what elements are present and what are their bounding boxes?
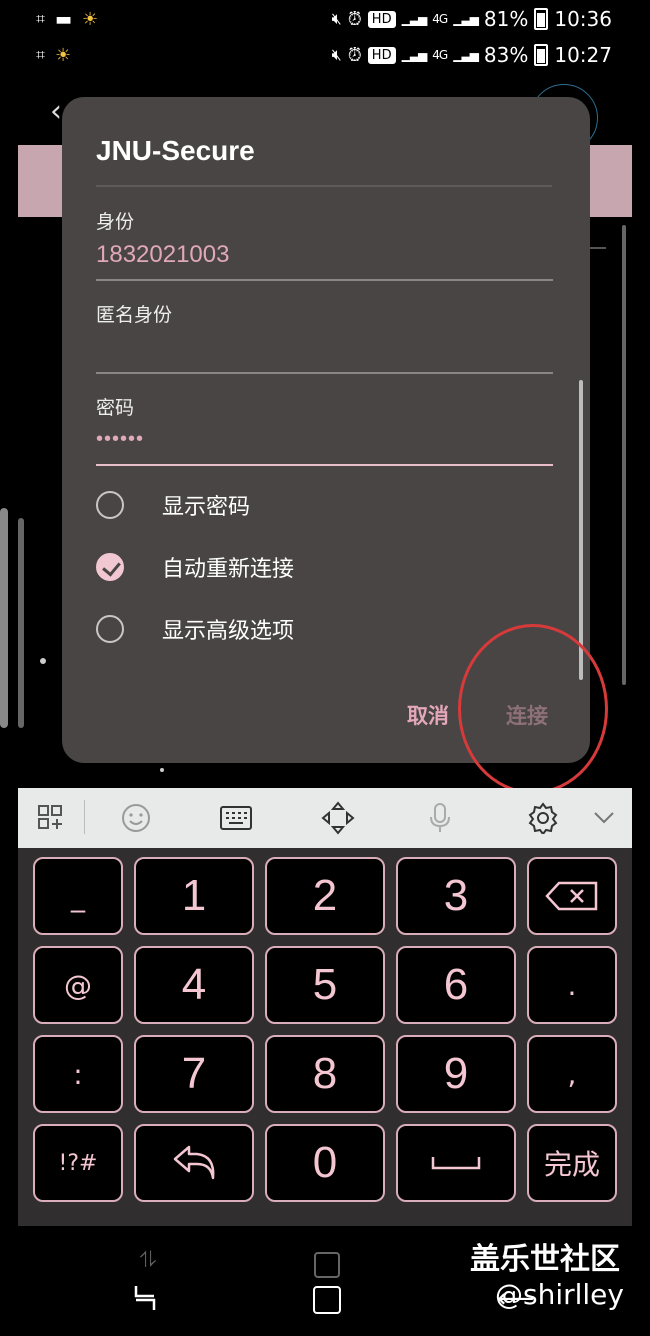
- option-label: 显示密码: [162, 495, 251, 520]
- toolbar-divider: [84, 800, 85, 834]
- message-icon: ▬: [55, 8, 73, 30]
- signal-icon: ▁▃▅: [453, 12, 479, 26]
- status-bar-second: ⌗ ☀ 🔇︎ ⏰︎ HD ▁▃▅ 4G ▁▃▅ 83% 10:27: [0, 38, 650, 72]
- key-comma[interactable]: ,: [527, 1035, 617, 1113]
- key-colon[interactable]: :: [33, 1035, 123, 1113]
- edge-handle[interactable]: [0, 508, 8, 728]
- dot: [160, 768, 164, 772]
- cancel-button[interactable]: 取消: [407, 700, 449, 730]
- mute-icon: 🔇︎: [331, 45, 342, 64]
- clock: 10:27: [554, 43, 612, 67]
- hd-badge: HD: [367, 10, 396, 28]
- status-bar-top: ⌗ ▬ ☀ 🔇︎ ⏰︎ HD ▁▃▅ 4G ▁▃▅ 81% 10:36: [0, 2, 650, 36]
- recents-icon: ⥮: [140, 1248, 156, 1273]
- apps-icon[interactable]: [32, 788, 72, 848]
- signal-icon: ▁▃▅: [401, 48, 428, 62]
- option-label: 显示高级选项: [162, 619, 295, 644]
- backspace-icon: [545, 881, 598, 911]
- key-5[interactable]: 5: [265, 946, 385, 1024]
- password-label: 密码: [96, 397, 135, 419]
- key-8[interactable]: 8: [265, 1035, 385, 1113]
- key-9[interactable]: 9: [396, 1035, 516, 1113]
- clock: 10:36: [554, 7, 612, 31]
- signal-icon: ▁▃▅: [453, 48, 479, 62]
- anonymous-underline: [96, 372, 553, 374]
- background-scrollbar: [622, 225, 626, 685]
- watermark-site: 盖乐世社区: [470, 1242, 620, 1277]
- battery-icon: [534, 8, 549, 30]
- battery-percent: 83%: [483, 43, 529, 67]
- title-divider: [96, 185, 552, 187]
- checkbox[interactable]: [96, 491, 124, 519]
- screenshot-icon: ⌗: [36, 9, 46, 28]
- hd-badge: HD: [367, 46, 396, 64]
- checkbox-checked[interactable]: [96, 553, 124, 581]
- numeric-keyboard: _ 1 2 3 @ 4 5 6 . : 7 8 9 , !?# 0 完成: [18, 848, 632, 1226]
- network-label: 4G: [432, 12, 448, 26]
- key-symbols[interactable]: !?#: [33, 1124, 123, 1202]
- undo-key[interactable]: [134, 1124, 254, 1202]
- password-underline: [96, 464, 553, 466]
- show-advanced-option[interactable]: 显示高级选项: [96, 612, 294, 646]
- alarm-icon: ⏰︎: [347, 44, 362, 66]
- mute-icon: 🔇︎: [331, 9, 342, 28]
- emoji-icon[interactable]: [116, 788, 156, 848]
- network-label: 4G: [432, 48, 448, 62]
- space-icon: [431, 1157, 481, 1170]
- key-0[interactable]: 0: [265, 1124, 385, 1202]
- password-field[interactable]: ••••••: [96, 428, 144, 451]
- watermark-user: @shirlley: [495, 1278, 624, 1311]
- recents-icon[interactable]: [132, 1284, 158, 1319]
- move-icon[interactable]: [318, 788, 358, 848]
- dialog-title: JNU-Secure: [96, 135, 255, 166]
- backspace-key[interactable]: [527, 857, 617, 935]
- identity-field[interactable]: 1832021003: [96, 241, 229, 269]
- home-button[interactable]: [313, 1286, 341, 1314]
- battery-icon: [534, 44, 549, 66]
- identity-underline: [96, 279, 553, 281]
- keyboard-icon[interactable]: [216, 788, 256, 848]
- checkbox[interactable]: [96, 615, 124, 643]
- dot: [40, 658, 46, 664]
- show-password-option[interactable]: 显示密码: [96, 488, 250, 522]
- dialog-scrollbar[interactable]: [579, 380, 583, 680]
- key-4[interactable]: 4: [134, 946, 254, 1024]
- home-icon: [314, 1252, 340, 1278]
- brightness-icon: ☀: [82, 8, 99, 30]
- key-underscore[interactable]: _: [33, 857, 123, 935]
- key-7[interactable]: 7: [134, 1035, 254, 1113]
- key-2[interactable]: 2: [265, 857, 385, 935]
- signal-icon: ▁▃▅: [401, 12, 428, 26]
- option-label: 自动重新连接: [162, 557, 295, 582]
- anonymous-identity-label: 匿名身份: [96, 304, 173, 326]
- alarm-icon: ⏰︎: [347, 8, 362, 30]
- auto-reconnect-option[interactable]: 自动重新连接: [96, 550, 294, 584]
- key-1[interactable]: 1: [134, 857, 254, 935]
- edge-handle: [18, 518, 24, 728]
- key-at[interactable]: @: [33, 946, 123, 1024]
- annotation-circle: [458, 624, 608, 794]
- battery-percent: 81%: [483, 7, 529, 31]
- chevron-down-icon[interactable]: [586, 788, 622, 848]
- brightness-icon: ☀: [55, 44, 72, 66]
- screenshot-icon: ⌗: [36, 45, 46, 64]
- space-key[interactable]: [396, 1124, 516, 1202]
- key-3[interactable]: 3: [396, 857, 516, 935]
- key-6[interactable]: 6: [396, 946, 516, 1024]
- keyboard-toolbar: [18, 788, 632, 848]
- identity-label: 身份: [96, 211, 135, 233]
- back-arrow-icon[interactable]: ‹: [50, 94, 62, 129]
- undo-icon: [173, 1145, 215, 1180]
- settings-icon[interactable]: [523, 788, 563, 848]
- key-dot[interactable]: .: [527, 946, 617, 1024]
- done-key[interactable]: 完成: [527, 1124, 617, 1202]
- mic-icon[interactable]: [420, 788, 460, 848]
